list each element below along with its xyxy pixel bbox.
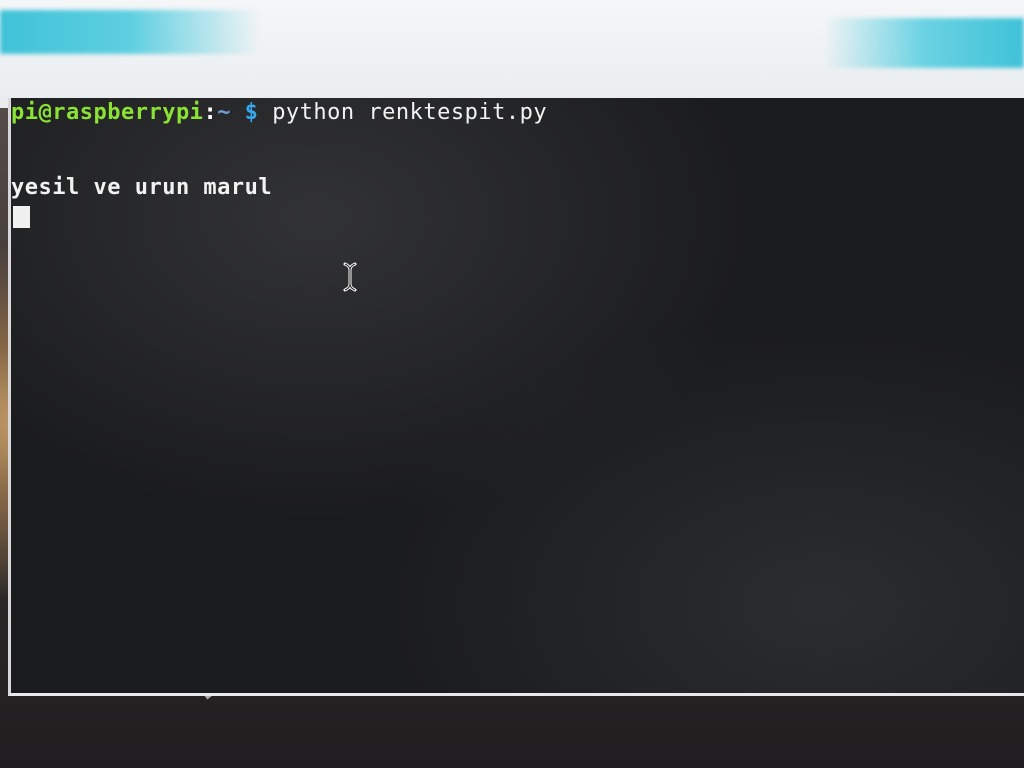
top-accent-left — [0, 10, 260, 54]
top-window-area — [0, 0, 1024, 108]
command-text: python renktespit.py — [272, 100, 548, 125]
ibeam-cursor-icon — [343, 262, 357, 292]
block-cursor-icon — [13, 206, 30, 228]
prompt-dollar: $ — [230, 100, 273, 125]
prompt-line: pi@raspberrypi:~ $ python renktespit.py — [11, 100, 547, 126]
prompt-user-host: pi@raspberrypi — [11, 100, 204, 125]
top-accent-right — [824, 18, 1024, 68]
terminal-window[interactable]: pi@raspberrypi:~ $ python renktespit.py … — [8, 98, 1024, 696]
output-line: yesil ve urun marul — [11, 175, 273, 200]
prompt-path: ~ — [217, 100, 231, 125]
prompt-separator: : — [203, 100, 218, 125]
photo-scene: pi@raspberrypi:~ $ python renktespit.py … — [0, 0, 1024, 768]
